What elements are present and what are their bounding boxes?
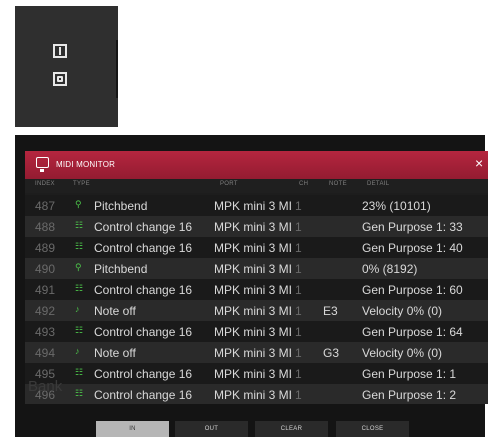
row-type: Note off	[94, 304, 136, 318]
midi-event-table[interactable]: INDEX TYPE PORT CH NOTE DETAIL 487 ⚲ Pit…	[25, 179, 488, 404]
in-button[interactable]: IN	[96, 421, 169, 437]
header-note: NOTE	[329, 181, 347, 187]
table-row[interactable]: 493 ☷ Control change 16 MPK mini 3 MI 1 …	[25, 321, 488, 342]
header-type: TYPE	[73, 181, 90, 187]
port-panel	[15, 6, 118, 127]
row-detail: 0% (8192)	[362, 262, 418, 276]
table-row[interactable]: 489 ☷ Control change 16 MPK mini 3 MI 1 …	[25, 237, 488, 258]
row-index: 487	[35, 199, 56, 213]
window-title: MIDI MONITOR	[56, 160, 116, 169]
row-channel: 1	[295, 199, 302, 213]
row-port: MPK mini 3 MI	[214, 304, 293, 318]
control-change-icon: ☷	[75, 367, 84, 377]
row-port: MPK mini 3 MI	[214, 346, 293, 360]
control-change-icon: ☷	[75, 220, 84, 230]
row-port: MPK mini 3 MI	[214, 283, 293, 297]
row-channel: 1	[295, 367, 302, 381]
pitchbend-icon: ⚲	[75, 199, 82, 209]
row-type: Control change 16	[94, 388, 193, 402]
close-button[interactable]: CLOSE	[336, 421, 409, 437]
row-detail: Gen Purpose 1: 1	[362, 367, 457, 381]
row-index: 490	[35, 262, 56, 276]
row-detail: Gen Purpose 1: 33	[362, 220, 463, 234]
note-off-icon: ♪	[75, 304, 80, 314]
row-port: MPK mini 3 MI	[214, 367, 293, 381]
row-index: 493	[35, 325, 56, 339]
row-channel: 1	[295, 241, 302, 255]
header-ch: CH	[299, 181, 309, 187]
input-port-icon[interactable]	[53, 44, 67, 58]
row-index: 489	[35, 241, 56, 255]
midi-monitor-window: MIDI MONITOR × INDEX TYPE PORT CH NOTE D…	[15, 135, 488, 437]
table-row[interactable]: 490 ⚲ Pitchbend MPK mini 3 MI 1 0% (8192…	[25, 258, 488, 279]
row-port: MPK mini 3 MI	[214, 262, 293, 276]
header-detail: DETAIL	[367, 181, 390, 187]
footer-bar: IN OUT CLEAR CLOSE	[15, 404, 485, 437]
table-row[interactable]: 491 ☷ Control change 16 MPK mini 3 MI 1 …	[25, 279, 488, 300]
out-button[interactable]: OUT	[175, 421, 248, 437]
row-index: 494	[35, 346, 56, 360]
row-port: MPK mini 3 MI	[214, 388, 293, 402]
row-detail: 23% (10101)	[362, 199, 431, 213]
row-channel: 1	[295, 325, 302, 339]
table-row[interactable]: 488 ☷ Control change 16 MPK mini 3 MI 1 …	[25, 216, 488, 237]
row-detail: Gen Purpose 1: 2	[362, 388, 457, 402]
row-channel: 1	[295, 283, 302, 297]
row-channel: 1	[295, 304, 302, 318]
row-channel: 1	[295, 220, 302, 234]
row-type: Control change 16	[94, 325, 193, 339]
close-icon[interactable]: ×	[475, 156, 483, 170]
row-type: Pitchbend	[94, 262, 148, 276]
row-detail: Velocity 0% (0)	[362, 346, 443, 360]
row-port: MPK mini 3 MI	[214, 220, 293, 234]
note-off-icon: ♪	[75, 346, 80, 356]
table-row[interactable]: 495 ☷ Control change 16 MPK mini 3 MI 1 …	[25, 363, 488, 384]
row-type: Note off	[94, 346, 136, 360]
row-note: G3	[323, 346, 340, 360]
row-channel: 1	[295, 346, 302, 360]
row-type: Control change 16	[94, 220, 193, 234]
table-row[interactable]: 494 ♪ Note off MPK mini 3 MI 1 G3 Veloci…	[25, 342, 488, 363]
row-type: Pitchbend	[94, 199, 148, 213]
row-port: MPK mini 3 MI	[214, 241, 293, 255]
row-detail: Velocity 0% (0)	[362, 304, 443, 318]
row-index: 491	[35, 283, 56, 297]
control-change-icon: ☷	[75, 241, 84, 251]
monitor-icon	[36, 157, 49, 172]
background-bank-label: Bank	[28, 378, 63, 395]
row-detail: Gen Purpose 1: 40	[362, 241, 463, 255]
row-type: Control change 16	[94, 241, 193, 255]
table-row[interactable]: 492 ♪ Note off MPK mini 3 MI 1 E3 Veloci…	[25, 300, 488, 321]
row-port: MPK mini 3 MI	[214, 199, 293, 213]
table-header: INDEX TYPE PORT CH NOTE DETAIL	[25, 179, 488, 193]
row-channel: 1	[295, 262, 302, 276]
control-change-icon: ☷	[75, 283, 84, 293]
row-detail: Gen Purpose 1: 60	[362, 283, 463, 297]
row-port: MPK mini 3 MI	[214, 325, 293, 339]
row-type: Control change 16	[94, 283, 193, 297]
control-change-icon: ☷	[75, 388, 84, 398]
row-channel: 1	[295, 388, 302, 402]
table-row[interactable]: 496 ☷ Control change 16 MPK mini 3 MI 1 …	[25, 384, 488, 404]
row-index: 488	[35, 220, 56, 234]
clear-button[interactable]: CLEAR	[255, 421, 328, 437]
output-port-icon[interactable]	[53, 72, 67, 86]
header-index: INDEX	[35, 181, 55, 187]
control-change-icon: ☷	[75, 325, 84, 335]
panel-edge	[116, 40, 118, 98]
row-note: E3	[323, 304, 338, 318]
row-detail: Gen Purpose 1: 64	[362, 325, 463, 339]
pitchbend-icon: ⚲	[75, 262, 82, 272]
header-port: PORT	[220, 181, 238, 187]
table-row[interactable]: 487 ⚲ Pitchbend MPK mini 3 MI 1 23% (101…	[25, 195, 488, 216]
row-type: Control change 16	[94, 367, 193, 381]
row-index: 492	[35, 304, 56, 318]
